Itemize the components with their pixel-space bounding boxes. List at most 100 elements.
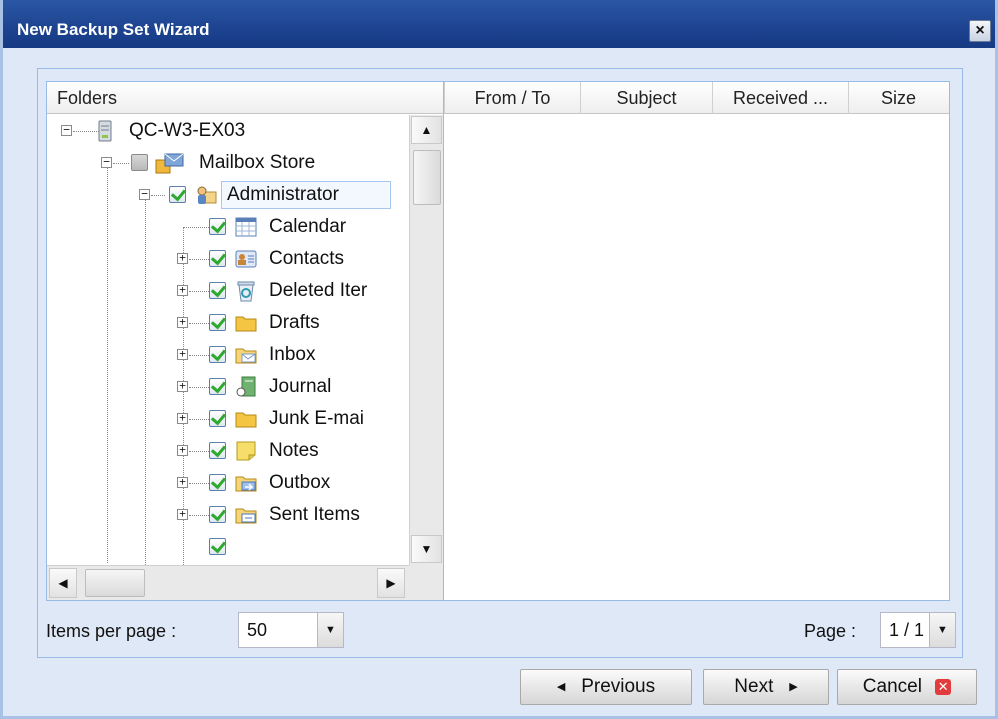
expand-icon[interactable]: + <box>177 252 188 264</box>
items-per-page-value: 50 <box>247 620 268 640</box>
deleted-items-icon <box>237 281 255 302</box>
collapse-icon[interactable]: − <box>61 124 72 136</box>
checkbox-contacts[interactable] <box>209 250 226 267</box>
page-value: 1 / 1 <box>889 620 925 640</box>
notes-icon <box>236 441 256 461</box>
expand-icon[interactable]: + <box>177 380 188 392</box>
folder-tree: − QC-W3-EX03 − Mailbox Store − Administr… <box>47 115 409 565</box>
checkbox-mailbox-store[interactable] <box>131 154 148 171</box>
title-bar[interactable]: New Backup Set Wizard × <box>3 0 995 48</box>
previous-button-label: Previous <box>581 676 656 697</box>
tree-label: Junk E-mai <box>269 408 365 429</box>
folders-horizontal-scrollbar[interactable]: ◀ ▶ <box>47 565 409 600</box>
tree-node-mailbox-store[interactable]: − Mailbox Store <box>47 147 409 179</box>
folders-header: Folders <box>47 82 443 114</box>
tree-node-journal[interactable]: + Journal <box>47 371 409 403</box>
cancel-button[interactable]: Cancel ✕ <box>837 669 977 705</box>
chevron-down-icon[interactable]: ▼ <box>317 613 343 647</box>
tree-label: Contacts <box>269 248 344 269</box>
folders-vertical-scrollbar[interactable]: ▲ ▼ <box>409 115 443 565</box>
items-per-page-label: Items per page : <box>46 621 177 641</box>
checkbox-sent-items[interactable] <box>209 506 226 523</box>
checkbox-junk-email[interactable] <box>209 410 226 427</box>
expand-icon[interactable]: + <box>177 444 188 456</box>
tree-node-outbox[interactable]: + Outbox <box>47 467 409 499</box>
tree-label: Notes <box>269 440 319 461</box>
tree-node-calendar[interactable]: Calendar <box>47 211 409 243</box>
expand-icon[interactable]: + <box>177 412 188 424</box>
contacts-icon <box>235 250 257 268</box>
collapse-icon[interactable]: − <box>101 156 112 168</box>
sent-items-icon <box>235 508 257 524</box>
tree-label: Journal <box>269 376 332 397</box>
tree-node-server[interactable]: − QC-W3-EX03 <box>47 115 409 147</box>
column-subject[interactable]: Subject <box>580 82 712 114</box>
tree-label: Calendar <box>269 216 347 237</box>
cancel-button-label: Cancel <box>862 676 922 697</box>
expand-icon[interactable]: + <box>177 348 188 360</box>
tree-node-notes[interactable]: + Notes <box>47 435 409 467</box>
tree-label: Outbox <box>269 472 331 493</box>
column-received[interactable]: Received ... <box>712 82 848 114</box>
folder-icon <box>235 412 257 428</box>
mailbox-store-icon <box>155 153 184 174</box>
tree-node-contacts[interactable]: + Contacts <box>47 243 409 275</box>
items-per-page-select[interactable]: 50 ▼ <box>238 612 344 648</box>
column-from-to[interactable]: From / To <box>444 82 580 114</box>
inbox-icon <box>235 348 257 364</box>
next-button-label: Next <box>734 676 774 697</box>
tree-label: Sent Items <box>269 504 360 525</box>
collapse-icon[interactable]: − <box>139 188 150 200</box>
scroll-right-icon[interactable]: ▶ <box>377 568 405 598</box>
close-button[interactable]: × <box>969 20 991 42</box>
tree-label: Deleted Iter <box>269 280 368 301</box>
expand-icon[interactable]: + <box>177 316 188 328</box>
scroll-up-icon[interactable]: ▲ <box>411 116 442 144</box>
scroll-down-icon[interactable]: ▼ <box>411 535 442 563</box>
checkbox-administrator[interactable] <box>169 186 186 203</box>
horizontal-scroll-thumb[interactable] <box>85 569 145 597</box>
tree-label: Inbox <box>269 344 316 365</box>
column-size[interactable]: Size <box>848 82 948 114</box>
vertical-scroll-thumb[interactable] <box>413 150 441 205</box>
page-select[interactable]: 1 / 1 ▼ <box>880 612 956 648</box>
tree-node-deleted-items[interactable]: + Deleted Iter <box>47 275 409 307</box>
expand-icon[interactable]: + <box>177 476 188 488</box>
tree-label-administrator: Administrator <box>227 184 339 205</box>
folder-icon <box>235 316 257 332</box>
next-button[interactable]: Next ▶ <box>703 669 829 705</box>
tree-label-server: QC-W3-EX03 <box>129 120 246 141</box>
page-label: Page : <box>804 621 857 641</box>
checkbox-deleted-items[interactable] <box>209 282 226 299</box>
tree-node-drafts[interactable]: + Drafts <box>47 307 409 339</box>
checkbox-calendar[interactable] <box>209 218 226 235</box>
scroll-left-icon[interactable]: ◀ <box>49 568 77 598</box>
tree-label: Drafts <box>269 312 320 333</box>
checkbox-journal[interactable] <box>209 378 226 395</box>
server-icon <box>98 120 112 142</box>
expand-icon[interactable]: + <box>177 508 188 520</box>
calendar-icon <box>235 217 257 237</box>
tree-node-junk-email[interactable]: + Junk E-mai <box>47 403 409 435</box>
expand-icon[interactable]: + <box>177 284 188 296</box>
wizard-window: New Backup Set Wizard × Folders − QC-W3-… <box>0 0 998 719</box>
tree-node-inbox[interactable]: + Inbox <box>47 339 409 371</box>
checkbox-inbox[interactable] <box>209 346 226 363</box>
tree-node-partial <box>47 531 409 565</box>
mailbox-user-icon <box>197 186 217 204</box>
checkbox-outbox[interactable] <box>209 474 226 491</box>
tree-node-sent-items[interactable]: + Sent Items <box>47 499 409 531</box>
tree-node-administrator[interactable]: − Administrator <box>47 179 409 211</box>
previous-button[interactable]: ◀ Previous <box>520 669 692 705</box>
chevron-down-icon[interactable]: ▼ <box>929 613 955 647</box>
folders-panel: Folders − QC-W3-EX03 − Mailbox Store − A… <box>46 81 444 601</box>
outbox-icon <box>235 476 257 492</box>
journal-icon <box>236 376 256 397</box>
arrow-right-icon: ▶ <box>789 681 798 693</box>
tree-label-mailbox-store: Mailbox Store <box>199 152 316 173</box>
checkbox-drafts[interactable] <box>209 314 226 331</box>
message-grid: From / To Subject Received ... Size <box>444 81 950 601</box>
wizard-panel: Folders − QC-W3-EX03 − Mailbox Store − A… <box>37 68 963 658</box>
checkbox-notes[interactable] <box>209 442 226 459</box>
window-title: New Backup Set Wizard <box>17 20 210 39</box>
